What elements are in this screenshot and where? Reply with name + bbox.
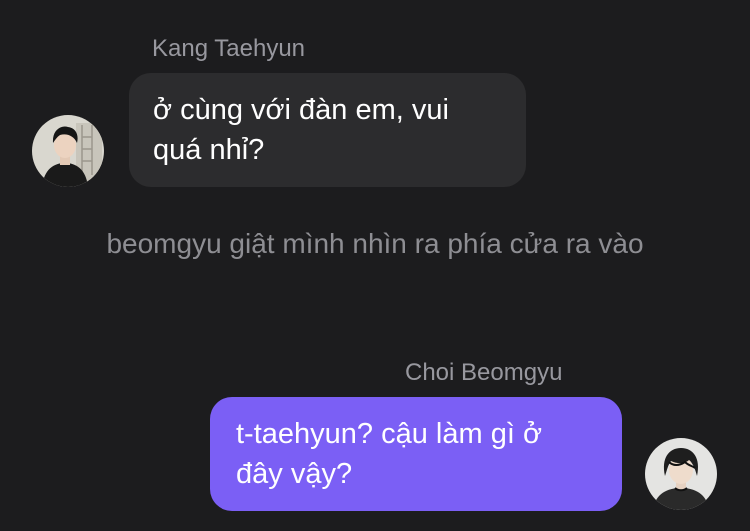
user-avatar-photo-icon — [645, 438, 717, 510]
message-bubble-outgoing[interactable]: t-taehyun? cậu làm gì ở đây vậy? — [210, 397, 622, 511]
message-text: t-taehyun? cậu làm gì ở đây vậy? — [236, 418, 542, 490]
user-avatar-photo-icon — [32, 115, 104, 187]
narration-text: beomgyu giật mình nhìn ra phía cửa ra và… — [106, 228, 644, 259]
message-bubble-incoming[interactable]: ở cùng với đàn em, vui quá nhỉ? — [129, 73, 526, 187]
sender-name-kang-taehyun: Kang Taehyun — [152, 35, 306, 62]
avatar-choi-beomgyu[interactable] — [645, 438, 717, 510]
message-text: ở cùng với đàn em, vui quá nhỉ? — [153, 94, 449, 166]
avatar-kang-taehyun[interactable] — [32, 115, 104, 187]
sender-name-choi-beomgyu: Choi Beomgyu — [405, 359, 563, 386]
